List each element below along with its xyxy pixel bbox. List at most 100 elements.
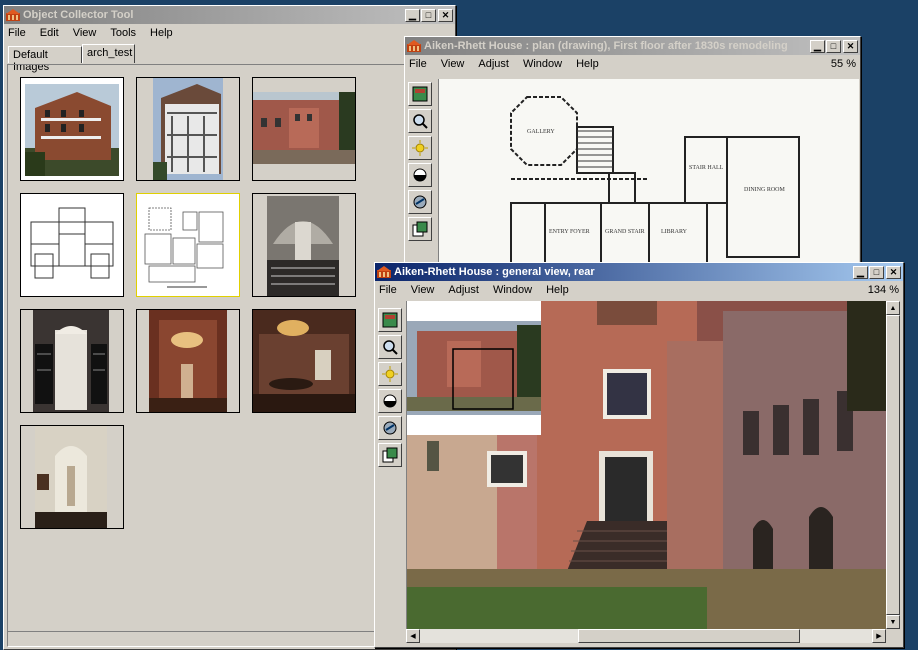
scroll-right-button[interactable]: ▶ <box>872 629 886 643</box>
stair-hall-photo <box>253 194 355 296</box>
ironwork-stair-photo <box>21 310 123 412</box>
app-logo-icon <box>407 40 421 52</box>
scroll-up-button[interactable]: ▲ <box>886 301 900 315</box>
link-button[interactable] <box>408 190 432 214</box>
house-exterior-photo <box>21 78 123 180</box>
thumbnail-10[interactable] <box>20 425 124 529</box>
navigator-icon <box>382 312 398 328</box>
floor-plan-drawing <box>21 194 123 296</box>
general-view-window: Aiken-Rhett House : general view, rear ▁… <box>374 262 904 648</box>
minimize-button[interactable]: ▁ <box>810 39 825 53</box>
menu-view[interactable]: View <box>441 58 465 70</box>
thumbnail-8[interactable] <box>136 309 240 413</box>
menu-view[interactable]: View <box>73 27 97 39</box>
menu-adjust[interactable]: Adjust <box>478 58 509 70</box>
menu-tools[interactable]: Tools <box>110 27 136 39</box>
plan-canvas[interactable]: GALLERY STAIR HALL DINING ROOM ENTRY FOY… <box>438 79 859 267</box>
arrow-up-icon: ▲ <box>889 304 897 312</box>
navigator-button[interactable] <box>408 82 432 106</box>
close-button[interactable]: ✕ <box>438 8 453 22</box>
close-button[interactable]: ✕ <box>843 39 858 53</box>
app-logo-icon <box>6 9 20 21</box>
rear-view-photo <box>407 301 887 629</box>
collector-tabs: Default Images arch_test <box>8 44 448 73</box>
thumbnail-2[interactable] <box>136 77 240 181</box>
menu-file[interactable]: File <box>409 58 427 70</box>
porch-house-photo <box>137 78 239 180</box>
minimize-button[interactable]: ▁ <box>853 265 868 279</box>
link-icon <box>413 195 427 209</box>
thumbnail-5-selected[interactable] <box>136 193 240 297</box>
menu-edit[interactable]: Edit <box>40 27 59 39</box>
menu-adjust[interactable]: Adjust <box>448 284 479 296</box>
thumbnail-7[interactable] <box>20 309 124 413</box>
tab-default-images[interactable]: Default Images <box>8 46 82 73</box>
maximize-button[interactable]: □ <box>421 8 436 22</box>
menu-window[interactable]: Window <box>493 284 532 296</box>
brightness-icon <box>382 366 398 382</box>
export-button[interactable] <box>378 443 402 467</box>
contrast-icon <box>383 394 397 408</box>
maximize-button[interactable]: □ <box>869 265 884 279</box>
menu-help[interactable]: Help <box>576 58 599 70</box>
plan-title: Aiken-Rhett House : plan (drawing), Firs… <box>424 40 788 52</box>
plan-label-grand-stair: GRAND STAIR <box>605 229 645 235</box>
zoom-button[interactable] <box>378 335 402 359</box>
collector-title: Object Collector Tool <box>23 9 134 21</box>
thumbnail-3[interactable] <box>252 77 356 181</box>
app-logo-icon <box>377 266 391 278</box>
horizontal-scroll-thumb[interactable] <box>578 629 800 643</box>
view-toolbar <box>376 305 406 467</box>
minimize-button[interactable]: ▁ <box>405 8 420 22</box>
menu-view[interactable]: View <box>411 284 435 296</box>
thumbnail-1[interactable] <box>20 77 124 181</box>
brightness-button[interactable] <box>378 362 402 386</box>
menu-help[interactable]: Help <box>546 284 569 296</box>
menu-file[interactable]: File <box>8 27 26 39</box>
navigator-button[interactable] <box>378 308 402 332</box>
tab-arch-test[interactable]: arch_test <box>82 44 135 63</box>
plan-label-stair-hall: STAIR HALL <box>689 165 724 171</box>
link-icon <box>383 421 397 435</box>
maximize-icon: □ <box>873 266 880 277</box>
plan-toolbar <box>406 79 436 241</box>
vertical-scroll-thumb[interactable] <box>886 315 900 615</box>
zoom-button[interactable] <box>408 109 432 133</box>
view-vertical-scrollbar[interactable]: ▲ ▼ <box>886 301 900 629</box>
maximize-button[interactable]: □ <box>826 39 841 53</box>
arrow-left-icon: ◀ <box>410 633 416 640</box>
contrast-button[interactable] <box>378 389 402 413</box>
thumbnail-9[interactable] <box>252 309 356 413</box>
collector-titlebar[interactable]: Object Collector Tool ▁ □ ✕ <box>4 6 455 24</box>
thumbnail-6[interactable] <box>252 193 356 297</box>
contrast-button[interactable] <box>408 163 432 187</box>
brightness-button[interactable] <box>408 136 432 160</box>
view-canvas[interactable] <box>406 301 887 629</box>
niche-statue-photo <box>21 426 123 528</box>
menu-help[interactable]: Help <box>150 27 173 39</box>
plan-titlebar[interactable]: Aiken-Rhett House : plan (drawing), Firs… <box>405 37 860 55</box>
export-button[interactable] <box>408 217 432 241</box>
minimize-icon: ▁ <box>409 9 416 20</box>
close-button[interactable]: ✕ <box>886 265 901 279</box>
courtyard-photo <box>253 78 355 180</box>
view-titlebar[interactable]: Aiken-Rhett House : general view, rear ▁… <box>375 263 903 281</box>
thumbnail-4[interactable] <box>20 193 124 297</box>
floor-plan-drawing-selected <box>137 194 239 296</box>
maximize-icon: □ <box>425 9 432 20</box>
minimize-icon: ▁ <box>814 40 821 51</box>
view-zoom-level: 134 % <box>867 284 899 296</box>
export-icon <box>382 447 398 463</box>
export-icon <box>412 221 428 237</box>
plan-menubar: File View Adjust Window Help 55 % <box>405 55 860 73</box>
maximize-icon: □ <box>830 40 837 51</box>
menu-file[interactable]: File <box>379 284 397 296</box>
scroll-down-button[interactable]: ▼ <box>886 615 900 629</box>
zoom-icon <box>383 340 398 355</box>
view-horizontal-scrollbar[interactable]: ◀ ▶ <box>406 629 886 643</box>
scroll-left-button[interactable]: ◀ <box>406 629 420 643</box>
dining-room-photo <box>253 310 355 412</box>
link-button[interactable] <box>378 416 402 440</box>
minimize-icon: ▁ <box>857 266 864 277</box>
menu-window[interactable]: Window <box>523 58 562 70</box>
